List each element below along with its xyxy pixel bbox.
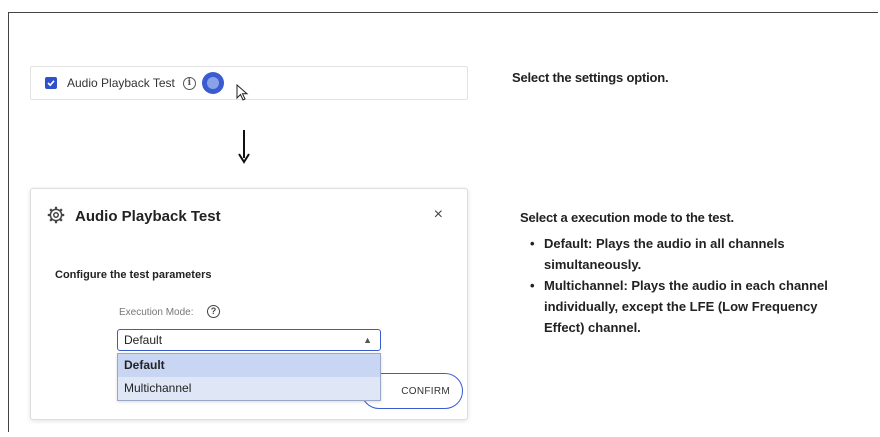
option-default[interactable]: Default <box>118 354 380 377</box>
checkbox-checked[interactable] <box>45 77 57 89</box>
dialog-title: Audio Playback Test <box>75 208 221 225</box>
close-button[interactable]: × <box>434 206 443 224</box>
select-value: Default <box>124 333 163 347</box>
arrow-down-icon <box>238 130 250 164</box>
settings-dialog: Audio Playback Test × Configure the test… <box>30 188 468 420</box>
execution-mode-options: Default Multichannel <box>117 353 381 401</box>
check-icon <box>47 80 55 87</box>
help-icon[interactable]: ? <box>207 305 220 318</box>
option-multichannel[interactable]: Multichannel <box>118 377 380 400</box>
mouse-cursor-icon <box>236 84 249 101</box>
execution-mode-label: Execution Mode: <box>119 307 194 318</box>
chevron-up-icon: ▲ <box>363 335 372 345</box>
dialog-subtitle: Configure the test parameters <box>55 269 212 281</box>
info-icon[interactable]: i <box>182 76 196 90</box>
step1-instruction: Select the settings option. <box>512 70 669 85</box>
settings-button[interactable] <box>201 72 224 94</box>
execution-mode-select[interactable]: Default ▲ <box>117 329 381 351</box>
gear-icon <box>206 77 219 89</box>
step2-instruction: Select a execution mode to the test. <box>520 210 734 225</box>
gear-icon <box>47 206 65 224</box>
list-item: Multichannel: Plays the audio in each ch… <box>528 275 858 338</box>
checkbox-label: Audio Playback Test <box>67 76 175 90</box>
mode-descriptions: Default: Plays the audio in all channels… <box>528 233 858 338</box>
list-item: Default: Plays the audio in all channels… <box>528 233 858 275</box>
